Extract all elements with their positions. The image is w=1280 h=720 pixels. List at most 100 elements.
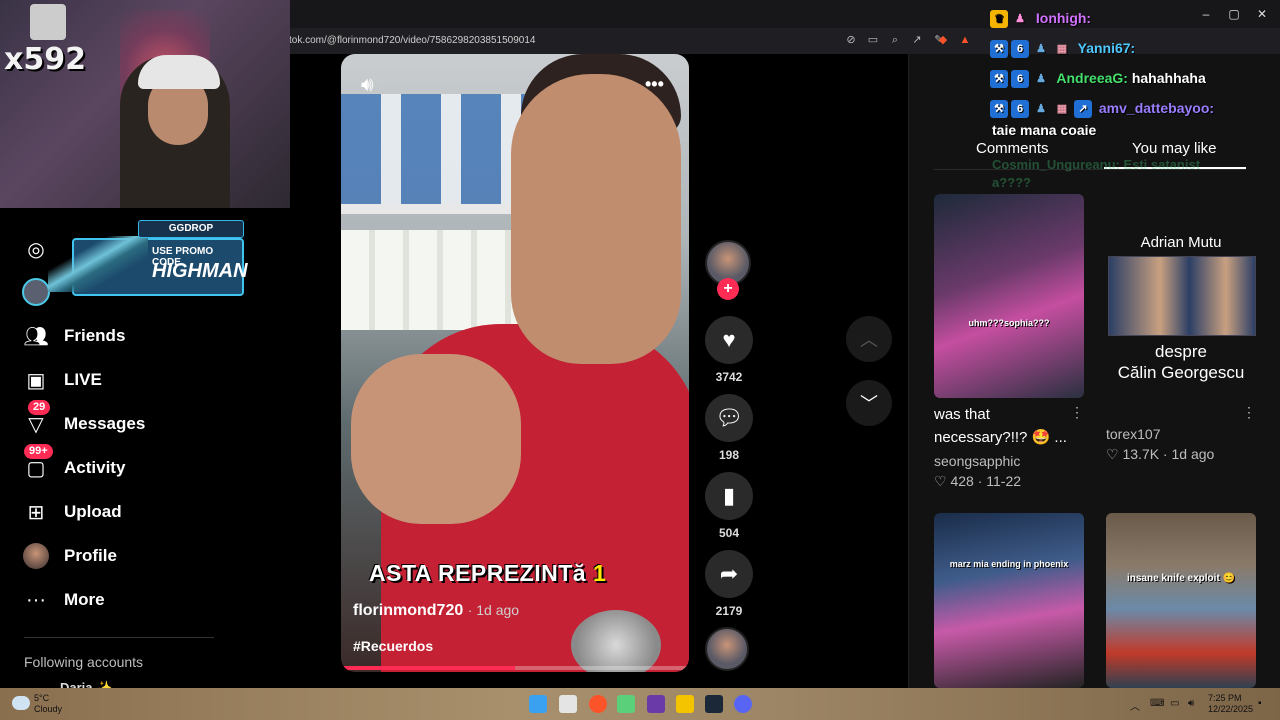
thumb-caption: uhm???sophia???: [968, 318, 1050, 328]
video-thumbnail[interactable]: uhm???sophia???: [934, 194, 1084, 398]
more-options-icon[interactable]: •••: [645, 74, 664, 95]
weather-temperature: 5°C: [34, 693, 50, 703]
mod-badge-icon: ⚒: [990, 70, 1008, 89]
weather-description: Cloudy: [34, 704, 63, 714]
card-date: 11-22: [986, 473, 1022, 489]
card-title-line: was that: [934, 406, 990, 423]
app-icon[interactable]: [617, 695, 635, 713]
share-arrow-icon: ➦: [719, 561, 739, 586]
volume-tray-icon[interactable]: 🔊︎: [1188, 698, 1194, 709]
comment-button[interactable]: 💬︎: [705, 394, 753, 442]
video-thumbnail[interactable]: Adrian Mutu despre Călin Georgescu: [1106, 234, 1256, 414]
caption-text: ASTA REPREZINTă: [369, 560, 587, 586]
gift-icon: ▦: [1056, 103, 1068, 116]
display-icon[interactable]: ▭: [1170, 698, 1179, 709]
sidebar-item-activity[interactable]: ▢ 99+ Activity: [22, 444, 125, 483]
card-title-line: necessary?!!? 🤩 ...: [934, 429, 1067, 446]
maximize-button[interactable]: ▢: [1224, 6, 1244, 22]
chevron-up-icon[interactable]: ︿: [1130, 698, 1140, 713]
sidebar-item-label: Upload: [64, 502, 122, 521]
brave-shield-icon[interactable]: ◆: [936, 33, 950, 47]
overlay-avatar: [30, 4, 66, 40]
chat-text: taie mana coaie: [992, 122, 1097, 138]
card-title[interactable]: was that necessary?!!? 🤩 ...: [934, 403, 1067, 449]
video-hashtag[interactable]: #Recuerdos: [353, 638, 433, 654]
emote-icon: ♟: [1036, 73, 1046, 86]
close-window-button[interactable]: ✕: [1252, 6, 1272, 22]
share-count: 2179: [715, 604, 743, 618]
compass-icon: ◎: [27, 238, 45, 261]
zoom-icon[interactable]: ⌕: [888, 33, 902, 47]
thumb-image: [1108, 256, 1256, 336]
card-author[interactable]: seongsapphic: [934, 453, 1020, 469]
sidebar-item-friends[interactable]: 👥︎ Friends: [22, 321, 125, 351]
sidebar-item-messages[interactable]: ▽ 29 Messages: [22, 400, 145, 439]
minimize-button[interactable]: –: [1196, 6, 1216, 22]
thumb-title: Adrian Mutu: [1140, 234, 1222, 251]
save-button[interactable]: ▮: [705, 472, 753, 520]
thumb-caption: marz mia ending in phoenix: [949, 559, 1069, 569]
author-name[interactable]: florinmond720: [353, 602, 463, 619]
previous-video-button[interactable]: ︿: [846, 316, 892, 362]
card-meta: ♡ 428 · 11-22: [934, 473, 1022, 489]
network-icon[interactable]: ⌨: [1150, 698, 1164, 709]
brave-browser-icon[interactable]: [589, 695, 607, 713]
app-icon[interactable]: [647, 695, 665, 713]
card-options-icon[interactable]: ⋮: [1070, 404, 1084, 421]
notification-icon[interactable]: ▪: [1258, 698, 1262, 709]
chat-message: ♛ ♟ Ionhigh:: [990, 10, 1091, 29]
upload-icon: ⊞: [27, 501, 45, 524]
video-author[interactable]: florinmond720 · 1d ago: [353, 602, 519, 620]
volume-icon[interactable]: 🔊︎: [361, 74, 374, 97]
following-accounts-title: Following accounts: [24, 654, 144, 670]
sidebar-item-label: Friends: [64, 326, 126, 345]
messages-badge: 29: [28, 400, 51, 415]
thumb-subtitle: despre: [1155, 342, 1207, 361]
live-icon: ▣: [26, 369, 46, 392]
knife-graphic: [48, 236, 148, 292]
discord-icon[interactable]: [734, 695, 752, 713]
thumb-subtitle: Călin Georgescu: [1117, 363, 1245, 382]
sidebar-item-profile[interactable]: Profile: [22, 541, 117, 571]
sidebar-item-more[interactable]: ··· More: [22, 585, 105, 615]
mod-badge-icon: ⚒: [990, 40, 1008, 59]
card-likes: 428: [950, 473, 974, 489]
file-explorer-icon[interactable]: [676, 695, 694, 713]
task-view-icon[interactable]: [559, 695, 577, 713]
sidebar-item-live[interactable]: ▣ LIVE: [22, 365, 102, 395]
streamer-webcam: x592: [0, 0, 290, 208]
video-thumbnail[interactable]: marz mia ending in phoenix: [934, 513, 1084, 688]
caption-number: 1: [592, 560, 607, 586]
no-tracking-icon[interactable]: ⊘: [844, 33, 858, 47]
clock-time: 7:25 PM: [1208, 693, 1242, 703]
brave-rewards-icon[interactable]: ▲: [958, 33, 972, 47]
sidebar-item-upload[interactable]: ⊞ Upload: [22, 497, 122, 527]
chat-username: AndreeaG:: [1056, 70, 1128, 86]
divider: [24, 637, 214, 638]
card-author[interactable]: torex107: [1106, 426, 1160, 442]
share-button[interactable]: ➦: [705, 550, 753, 598]
chat-message: ⚒ 6 ♟ ▦ Yanni67:: [990, 40, 1135, 59]
share-icon[interactable]: ↗: [910, 33, 924, 47]
face: [511, 74, 681, 364]
following-avatar-icon: [22, 278, 50, 306]
video-thumbnail[interactable]: insane knife exploit 😊: [1106, 513, 1256, 688]
emote-icon: ♟: [1015, 13, 1025, 26]
follow-plus-icon[interactable]: +: [717, 278, 739, 300]
like-button[interactable]: ♥: [705, 316, 753, 364]
sound-disc-avatar[interactable]: [705, 627, 749, 671]
streamer-cap: [138, 55, 220, 89]
cast-icon[interactable]: ▭: [866, 33, 880, 47]
card-options-icon[interactable]: ⋮: [1242, 404, 1256, 421]
tab-comments[interactable]: Comments: [976, 140, 1049, 157]
heart-icon: ♥: [722, 327, 736, 352]
video-progress-bar[interactable]: [341, 666, 689, 670]
chat-message: ⚒ 6 ♟ AndreeaG: hahahhaha: [990, 70, 1206, 89]
video-player[interactable]: 🔊︎ ••• ASTA REPREZINTă 1 florinmond720 ·…: [341, 54, 689, 672]
start-icon[interactable]: [529, 695, 547, 713]
cloud-icon: [12, 696, 30, 710]
activity-icon: ▢ 99+: [22, 444, 53, 482]
steam-icon[interactable]: [705, 695, 723, 713]
next-video-button[interactable]: ﹀: [846, 380, 892, 426]
tab-you-may-like[interactable]: You may like: [1132, 140, 1217, 157]
